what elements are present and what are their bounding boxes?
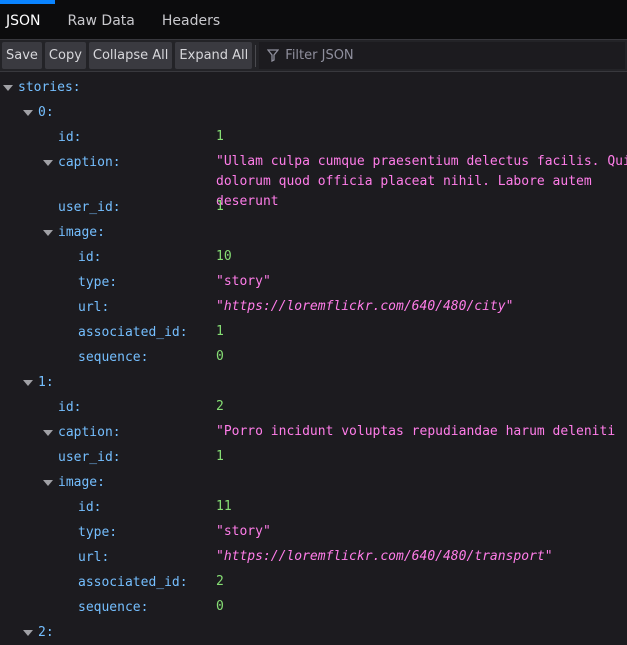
tree-row[interactable]: 2: (0, 620, 627, 645)
tree-row[interactable]: user_id: 1 (0, 195, 627, 220)
tree-row[interactable]: 0: (0, 100, 627, 125)
json-key: sequence: (78, 350, 149, 365)
json-key: associated_id: (78, 575, 188, 590)
filter-placeholder: Filter JSON (285, 48, 354, 63)
tree-row[interactable]: image: (0, 470, 627, 495)
json-value: 1 (216, 449, 224, 464)
tree-row[interactable]: url: "https://loremflickr.com/640/480/cit… (0, 295, 627, 320)
json-key: stories: (18, 80, 81, 95)
filter-json-input[interactable]: Filter JSON (259, 42, 625, 69)
json-key: url: (78, 300, 110, 315)
tree-row[interactable]: url: "https://loremflickr.com/640/480/tra… (0, 545, 627, 570)
json-value: 10 (216, 249, 232, 264)
json-key: image: (58, 225, 105, 240)
json-value: 2 (216, 399, 224, 414)
json-key: 0: (38, 105, 54, 120)
tree-row[interactable]: caption: "Porro incidunt voluptas repudia… (0, 420, 627, 445)
json-tree: stories: 0: id: 1 caption: "Ullam culpa cumqu… (0, 72, 627, 645)
json-key: image: (58, 475, 105, 490)
tree-row[interactable]: id: 10 (0, 245, 627, 270)
collapse-all-button[interactable]: Collapse All (88, 42, 173, 69)
json-value: 0 (216, 349, 224, 364)
json-key: id: (78, 250, 102, 265)
json-value: 0 (216, 599, 224, 614)
copy-button[interactable]: Copy (44, 42, 86, 69)
tree-row[interactable]: stories: (0, 75, 627, 100)
filter-icon (267, 49, 280, 62)
tree-row[interactable]: sequence: 0 (0, 595, 627, 620)
tree-row[interactable]: user_id: 1 (0, 445, 627, 470)
expand-toggle-icon[interactable] (43, 430, 53, 436)
json-key: id: (58, 130, 82, 145)
json-key: caption: (58, 425, 121, 440)
json-value: "story" (216, 524, 271, 539)
tree-row[interactable]: type: "story" (0, 520, 627, 545)
tree-row[interactable]: image: (0, 220, 627, 245)
tree-row[interactable]: caption: "Ullam culpa cumque praesentium … (0, 150, 627, 209)
expand-toggle-icon[interactable] (23, 110, 33, 116)
expand-toggle-icon[interactable] (23, 630, 33, 636)
save-button[interactable]: Save (2, 42, 42, 69)
tree-row[interactable]: 1: (0, 370, 627, 395)
json-key: id: (78, 500, 102, 515)
tree-row[interactable]: associated_id: 2 (0, 570, 627, 595)
expand-all-button[interactable]: Expand All (175, 42, 253, 69)
json-value: "story" (216, 274, 271, 289)
json-toolbar: Save Copy Collapse All Expand All Filter… (0, 40, 627, 72)
json-value: 1 (216, 199, 224, 214)
json-value: "Porro incidunt voluptas repudiandae har… (216, 424, 616, 439)
json-key: 2: (38, 625, 54, 640)
json-value: 2 (216, 574, 224, 589)
expand-toggle-icon[interactable] (3, 85, 13, 91)
tree-row[interactable]: id: 2 (0, 395, 627, 420)
tree-row[interactable]: id: 11 (0, 495, 627, 520)
tab-json[interactable]: JSON (0, 3, 50, 39)
json-key: associated_id: (78, 325, 188, 340)
tree-row[interactable]: associated_id: 1 (0, 320, 627, 345)
tab-raw-data[interactable]: Raw Data (59, 3, 144, 39)
json-key: type: (78, 275, 118, 290)
json-value: "https://loremflickr.com/640/480/transpo… (216, 549, 553, 564)
tree-row[interactable]: sequence: 0 (0, 345, 627, 370)
json-key: id: (58, 400, 82, 415)
json-value: 1 (216, 324, 224, 339)
json-value: 1 (216, 129, 224, 144)
tree-row[interactable]: id: 1 (0, 125, 627, 150)
json-value: "https://loremflickr.com/640/480/city" (216, 299, 514, 314)
json-key: user_id: (58, 450, 121, 465)
tree-row[interactable]: type: "story" (0, 270, 627, 295)
json-key: type: (78, 525, 118, 540)
expand-toggle-icon[interactable] (43, 480, 53, 486)
json-key: sequence: (78, 600, 149, 615)
json-key: 1: (38, 375, 54, 390)
json-value: 11 (216, 499, 232, 514)
tab-headers[interactable]: Headers (153, 3, 229, 39)
expand-toggle-icon[interactable] (43, 230, 53, 236)
expand-toggle-icon[interactable] (23, 380, 33, 386)
json-key: caption: (58, 155, 121, 170)
expand-toggle-icon[interactable] (43, 160, 53, 166)
toolbar-divider (255, 44, 257, 67)
json-key: url: (78, 550, 110, 565)
viewer-tabs: JSON Raw Data Headers (0, 0, 627, 40)
json-key: user_id: (58, 200, 121, 215)
